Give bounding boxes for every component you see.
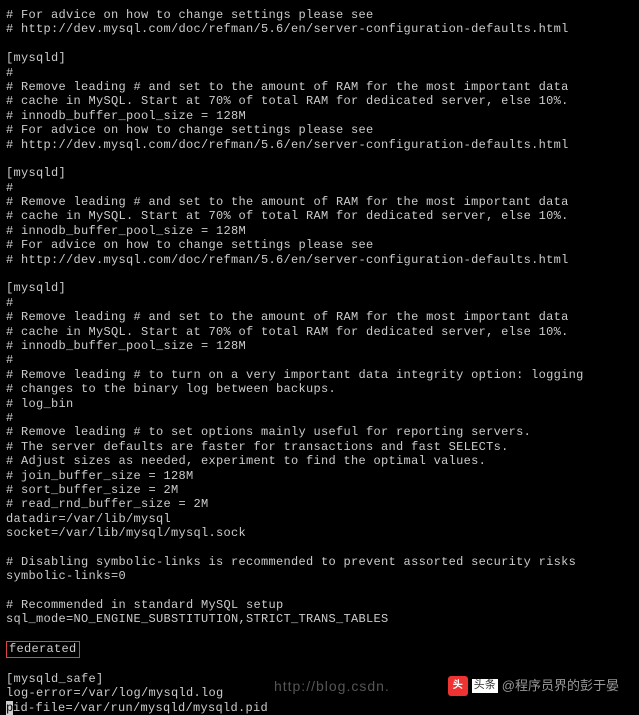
- config-line: # http://dev.mysql.com/doc/refman/5.6/en…: [6, 22, 633, 36]
- config-line: # Remove leading # to turn on a very imp…: [6, 368, 633, 382]
- config-line: # The server defaults are faster for tra…: [6, 440, 633, 454]
- config-line: [6, 584, 633, 598]
- config-line: # innodb_buffer_pool_size = 128M: [6, 224, 633, 238]
- config-line: # For advice on how to change settings p…: [6, 238, 633, 252]
- config-line: # Remove leading # to set options mainly…: [6, 425, 633, 439]
- config-line: #: [6, 181, 633, 195]
- pid-file-text: id-file=/var/run/mysqld/mysqld.pid: [13, 701, 268, 715]
- config-line: #: [6, 353, 633, 367]
- config-line: #: [6, 411, 633, 425]
- config-line: [6, 627, 633, 641]
- config-line: [mysqld]: [6, 51, 633, 65]
- config-line: datadir=/var/lib/mysql: [6, 512, 633, 526]
- watermark-url: http://blog.csdn.: [274, 678, 390, 695]
- config-line: # cache in MySQL. Start at 70% of total …: [6, 325, 633, 339]
- config-line: # log_bin: [6, 397, 633, 411]
- config-line: # innodb_buffer_pool_size = 128M: [6, 339, 633, 353]
- config-line: [6, 540, 633, 554]
- config-line: [mysqld]: [6, 281, 633, 295]
- config-line: [6, 267, 633, 281]
- config-line: # Remove leading # and set to the amount…: [6, 195, 633, 209]
- config-line: [6, 37, 633, 51]
- config-line: # Remove leading # and set to the amount…: [6, 310, 633, 324]
- config-line: [6, 658, 633, 672]
- config-line: # http://dev.mysql.com/doc/refman/5.6/en…: [6, 138, 633, 152]
- config-line: # http://dev.mysql.com/doc/refman/5.6/en…: [6, 253, 633, 267]
- config-line: # innodb_buffer_pool_size = 128M: [6, 109, 633, 123]
- config-line: symbolic-links=0: [6, 569, 633, 583]
- cursor: p: [6, 701, 13, 715]
- watermark: http://blog.csdn. 头 头条 @程序员界的彭于晏: [274, 676, 619, 696]
- config-line: # sort_buffer_size = 2M: [6, 483, 633, 497]
- config-line: # cache in MySQL. Start at 70% of total …: [6, 94, 633, 108]
- config-line: # Disabling symbolic-links is recommende…: [6, 555, 633, 569]
- config-line: # For advice on how to change settings p…: [6, 8, 633, 22]
- config-line: # Adjust sizes as needed, experiment to …: [6, 454, 633, 468]
- config-line: #: [6, 296, 633, 310]
- config-line-cursor[interactable]: pid-file=/var/run/mysqld/mysqld.pid: [6, 701, 633, 715]
- config-line: # Recommended in standard MySQL setup: [6, 598, 633, 612]
- federated-highlight: federated: [6, 641, 80, 657]
- toutiao-text: 头条: [472, 679, 498, 692]
- config-line: # read_rnd_buffer_size = 2M: [6, 497, 633, 511]
- config-line: [mysqld]: [6, 166, 633, 180]
- config-line: [6, 152, 633, 166]
- toutiao-icon: 头: [448, 676, 468, 696]
- config-line: # For advice on how to change settings p…: [6, 123, 633, 137]
- config-line: # Remove leading # and set to the amount…: [6, 80, 633, 94]
- config-line: socket=/var/lib/mysql/mysql.sock: [6, 526, 633, 540]
- watermark-author: @程序员界的彭于晏: [502, 678, 619, 694]
- terminal-content: # For advice on how to change settings p…: [6, 8, 633, 715]
- config-line: # cache in MySQL. Start at 70% of total …: [6, 209, 633, 223]
- config-line: sql_mode=NO_ENGINE_SUBSTITUTION,STRICT_T…: [6, 612, 633, 626]
- config-line: # changes to the binary log between back…: [6, 382, 633, 396]
- config-line-highlighted: federated: [6, 641, 633, 657]
- config-line: # join_buffer_size = 128M: [6, 469, 633, 483]
- config-line: #: [6, 66, 633, 80]
- watermark-brand: 头 头条 @程序员界的彭于晏: [448, 676, 619, 696]
